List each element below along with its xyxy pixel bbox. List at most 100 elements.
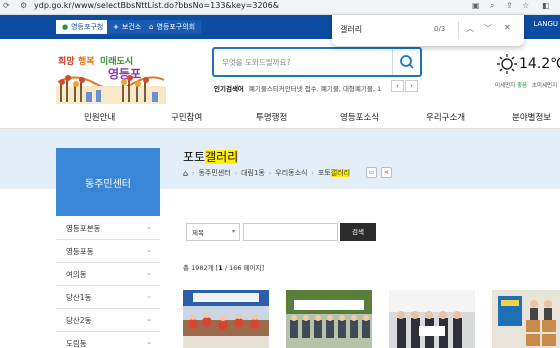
gallery-thumbnail[interactable] [389, 290, 475, 348]
home-icon[interactable]: ⌂ [183, 169, 188, 178]
nav-item-about[interactable]: 우리구소개 [426, 111, 465, 123]
nav-item-news[interactable]: 영등포소식 [340, 111, 379, 123]
dust-value: 좋음 [517, 83, 528, 89]
url-text[interactable]: ydp.go.kr/www/selectBbsNttList.do?bbsNo=… [34, 1, 279, 10]
browser-address-bar: ⟳ ⚙ ydp.go.kr/www/selectBbsNttList.do?bb… [0, 0, 560, 15]
side-item-dorim-dong[interactable]: 도림동 ⌄ [56, 332, 160, 348]
chevron-down-icon: ⌄ [146, 315, 152, 323]
gallery-thumbnail[interactable] [492, 290, 560, 348]
page-title: 포토갤러리 [183, 148, 239, 165]
nav-item-fields[interactable]: 분야별정보 [512, 111, 551, 123]
chevron-down-icon: ⌄ [146, 338, 152, 346]
util-link-council[interactable]: ⌂ 영등포구의회 [143, 20, 202, 34]
browser-find-bar: 갤러리 0/3 ︿ ﹀ ✕ [332, 15, 524, 46]
side-item-label: 여의동 [66, 269, 87, 279]
ultra-dust-label: 초미세먼지 [531, 83, 558, 89]
breadcrumb-item[interactable]: 우리동소식 [275, 168, 307, 178]
sun-icon [497, 54, 517, 74]
council-icon: ⌂ [149, 23, 154, 31]
find-divider [458, 21, 459, 39]
search-button[interactable] [392, 49, 420, 75]
page-title-highlight: 갤러리 [205, 150, 239, 164]
search-icon [400, 55, 414, 69]
side-item-yeongdeungpo-bondong[interactable]: 영등포본동 ⌄ [56, 217, 160, 240]
popular-keywords: 인기검색어 폐기물스티커인터넷 접수, 폐기물, 대형폐기물, 1 [214, 82, 419, 94]
find-next-icon[interactable]: ﹀ [484, 23, 492, 34]
photo-donation-image [492, 290, 560, 348]
breadcrumb-current: 포토갤러리 [317, 168, 351, 178]
photo-staff-image [389, 290, 475, 348]
crumb-separator: › [268, 169, 272, 177]
select-value: 제목 [192, 229, 204, 237]
nav-item-participation[interactable]: 구민참여 [171, 111, 202, 123]
crumb-separator: › [192, 169, 195, 177]
side-item-label: 영등포동 [66, 246, 94, 256]
crumb-current-prefix: 포토 [317, 169, 331, 177]
popular-keywords-text[interactable]: 폐기물스티커인터넷 접수, 폐기물, 대형폐기물, 1 [249, 83, 397, 93]
util-link-district-office[interactable]: ● 영등포구청 [56, 20, 110, 34]
side-item-dangsan1-dong[interactable]: 당산1동 ⌄ [56, 286, 160, 309]
gallery-thumbnail[interactable] [183, 290, 269, 348]
extension-icon[interactable]: ◧ [542, 1, 550, 10]
total-unit: 개 [207, 264, 214, 272]
fine-dust-status: 미세먼지 좋음 초미세먼지 [495, 81, 557, 89]
popular-label: 인기검색어 [214, 85, 244, 93]
popular-next-button[interactable]: › [405, 80, 418, 92]
side-item-yeongdeungpo-dong[interactable]: 영등포동 ⌄ [56, 240, 160, 263]
breadcrumb-item[interactable]: 대림1동 [241, 168, 265, 178]
nav-item-civil[interactable]: 민원안내 [84, 111, 115, 123]
district-logo-icon: ● [62, 23, 69, 31]
board-search-button[interactable]: 검색 [340, 223, 376, 241]
share-icon[interactable]: ⇪ [506, 1, 513, 10]
svg-text:희망: 희망 [58, 55, 75, 67]
side-item-yeoui-dong[interactable]: 여의동 ⌄ [56, 263, 160, 286]
util-label: 영등포구청 [71, 23, 104, 31]
side-item-label: 도림동 [66, 338, 87, 348]
reload-icon[interactable]: ⟳ [3, 1, 10, 10]
side-item-label: 당산1동 [66, 292, 92, 302]
svg-text:행복: 행복 [78, 55, 95, 67]
breadcrumb-item[interactable]: 동주민센터 [198, 168, 230, 178]
gallery-thumbnail[interactable] [286, 290, 372, 348]
dust-label: 미세먼지 [495, 83, 516, 89]
share-icon[interactable]: ⋖ [381, 167, 392, 178]
util-link-health-center[interactable]: + 보건소 [107, 20, 148, 34]
main-navigation: 민원안내 구민참여 투명행정 영등포소식 우리구소개 분야별정보 [0, 107, 560, 129]
print-icon[interactable]: ▭ [366, 167, 377, 178]
find-prev-icon[interactable]: ︿ [466, 23, 474, 34]
weather-widget: 14.2℃ 미세먼지 좋음 초미세먼지 [495, 52, 560, 92]
find-match-count: 0/3 [434, 25, 446, 33]
language-menu[interactable]: LANGU [533, 20, 560, 28]
bookmark-star-icon[interactable]: ☆ [522, 1, 529, 10]
search-input[interactable]: 무엇을 도와드릴까요? [222, 57, 290, 68]
chevron-down-icon: ⌄ [146, 269, 152, 277]
popular-prev-button[interactable]: ‹ [391, 80, 404, 92]
svg-text:영등포: 영등포 [108, 66, 141, 81]
total-label: 총 [183, 264, 189, 272]
search-field-select[interactable]: 제목 ▾ [186, 223, 240, 241]
keyword-input[interactable] [243, 223, 338, 241]
util-label: 영등포구의회 [156, 23, 196, 31]
photo-event-image [183, 290, 269, 348]
find-input[interactable]: 갤러리 [340, 24, 362, 35]
site-logo[interactable]: 희망 행복 미래도시 영등포 [56, 52, 166, 104]
translate-icon[interactable]: ▣ [472, 1, 480, 10]
zoom-icon[interactable]: ⌕ [490, 1, 494, 11]
crumb-separator: › [234, 169, 238, 177]
chevron-down-icon: ⌄ [146, 246, 152, 254]
chevron-down-icon: ⌄ [146, 292, 152, 300]
side-item-label: 영등포본동 [66, 223, 101, 233]
post-count-summary: 총 1982개 [1 / 166 페이지] [183, 264, 265, 272]
page-title-prefix: 포토 [183, 150, 206, 164]
side-item-dangsan2-dong[interactable]: 당산2동 ⌄ [56, 309, 160, 332]
nav-item-administration[interactable]: 투명행정 [256, 111, 287, 123]
crumb-separator: › [311, 169, 314, 177]
chevron-down-icon: ▾ [231, 228, 235, 235]
side-item-label: 당산2동 [66, 315, 92, 325]
total-pages: / 166 [224, 264, 242, 272]
site-info-icon[interactable]: ⚙ [20, 1, 27, 10]
current-page: 1 [218, 264, 223, 272]
plus-icon: + [113, 23, 119, 31]
crumb-current-highlight: 갤러리 [330, 169, 351, 177]
close-icon[interactable]: ✕ [504, 23, 511, 32]
